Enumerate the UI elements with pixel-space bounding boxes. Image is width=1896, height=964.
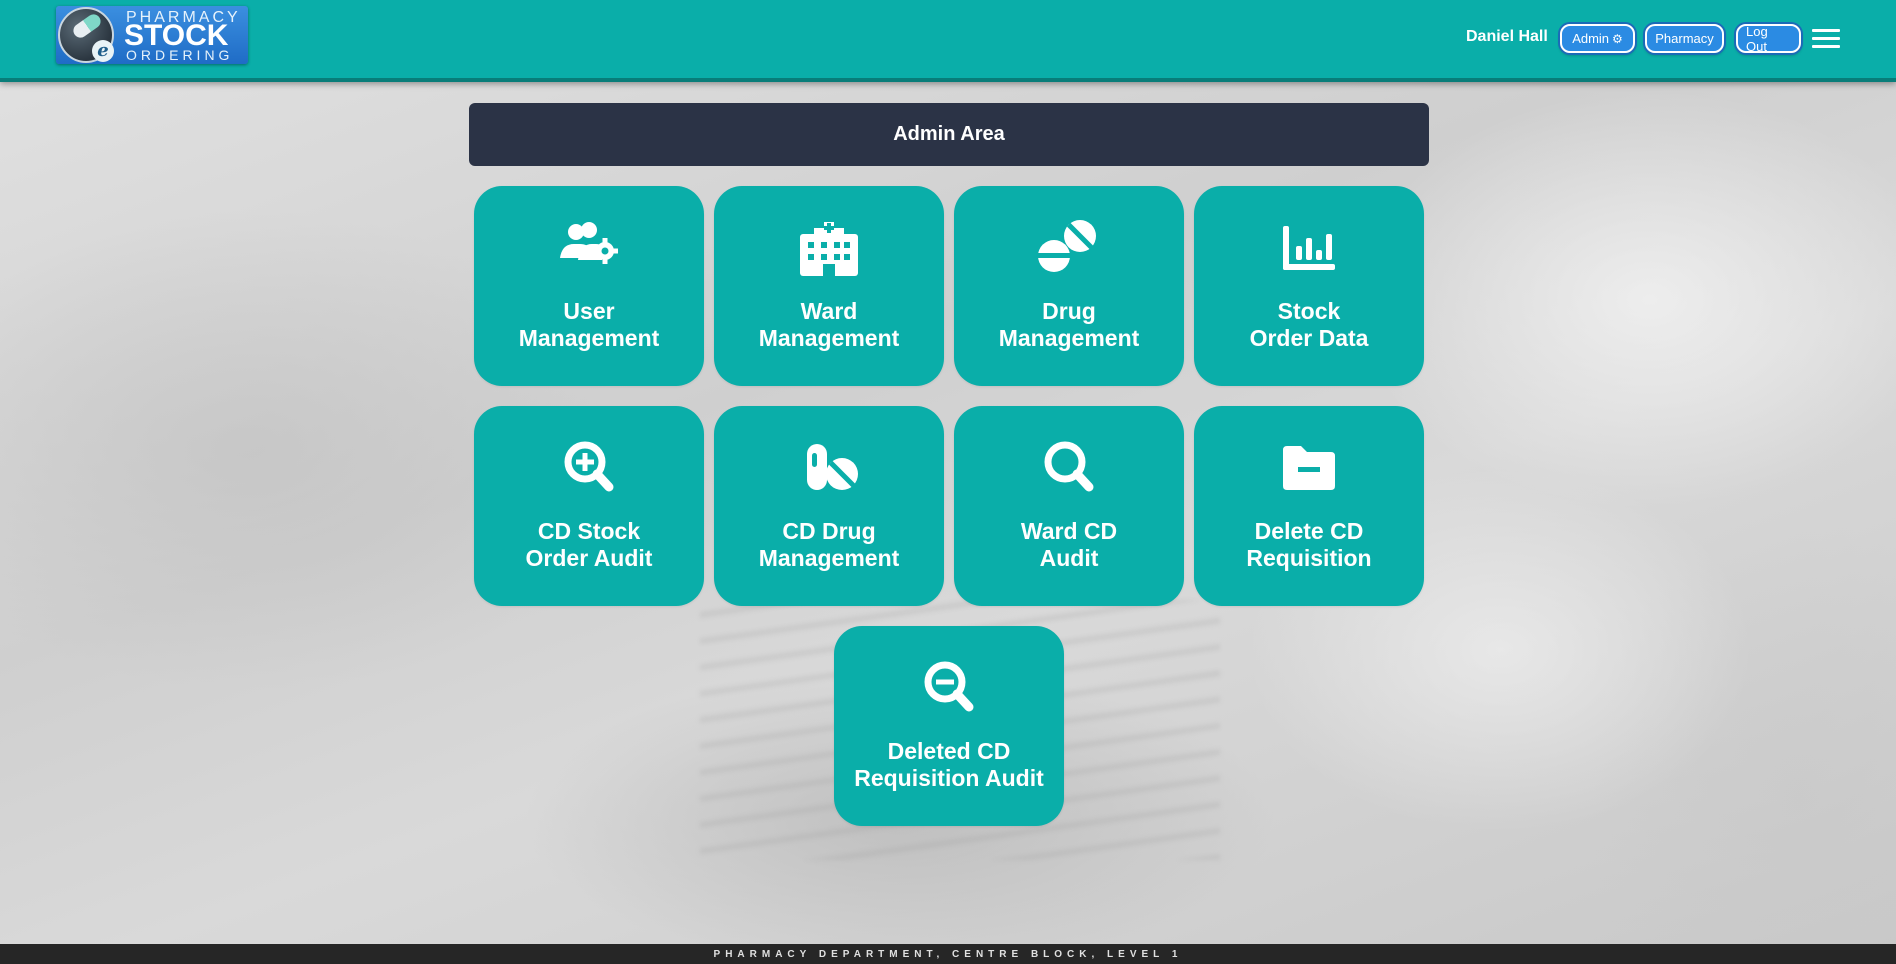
app-logo[interactable]: e PHARMACY STOCK ORDERING xyxy=(56,6,248,64)
pill-icon xyxy=(70,11,104,41)
tile-label: Deleted CD Requisition Audit xyxy=(854,738,1044,791)
logout-button[interactable]: Log Out xyxy=(1736,24,1801,54)
search-plus-icon xyxy=(564,441,614,492)
hamburger-menu-icon[interactable] xyxy=(1812,29,1840,49)
pharmacy-button[interactable]: Pharmacy xyxy=(1645,24,1724,53)
admin-button[interactable]: Admin ⚙ xyxy=(1560,24,1635,53)
page-title: Admin Area xyxy=(469,103,1429,166)
tile-delete-cd-requisition[interactable]: Delete CD Requisition xyxy=(1194,406,1424,606)
admin-button-label: Admin xyxy=(1572,31,1610,46)
tile-cd-stock-order-audit[interactable]: CD Stock Order Audit xyxy=(474,406,704,606)
tile-cd-drug-management[interactable]: CD Drug Management xyxy=(714,406,944,606)
search-minus-icon xyxy=(924,661,974,712)
tablets-icon xyxy=(1037,220,1096,272)
tile-label: Ward Management xyxy=(758,298,900,351)
logo-text-ordering: ORDERING xyxy=(126,47,234,63)
tile-drug-management[interactable]: Drug Management xyxy=(954,186,1184,386)
tile-label: Ward CD Audit xyxy=(1020,518,1118,571)
pills-icon xyxy=(807,444,858,490)
logo-e-badge: e xyxy=(92,40,114,62)
footer-address: PHARMACY DEPARTMENT, CENTRE BLOCK, LEVEL… xyxy=(0,944,1896,964)
folder-minus-icon xyxy=(1283,446,1335,490)
tile-user-management[interactable]: User Management xyxy=(474,186,704,386)
bar-chart-icon xyxy=(1283,226,1335,270)
tile-label: Drug Management xyxy=(998,298,1140,351)
gear-icon: ⚙ xyxy=(1612,31,1623,46)
tile-label: User Management xyxy=(518,298,660,351)
tile-ward-cd-audit[interactable]: Ward CD Audit xyxy=(954,406,1184,606)
tile-label: CD Stock Order Audit xyxy=(525,518,653,571)
tile-ward-management[interactable]: Ward Management xyxy=(714,186,944,386)
user-name: Daniel Hall xyxy=(1466,28,1548,45)
search-icon xyxy=(1044,441,1094,492)
tile-label: Stock Order Data xyxy=(1249,298,1369,351)
hospital-icon xyxy=(800,222,858,276)
tile-label: CD Drug Management xyxy=(758,518,900,571)
top-navbar: e PHARMACY STOCK ORDERING Daniel Hall Ad… xyxy=(0,0,1896,82)
tile-label: Delete CD Requisition xyxy=(1246,518,1372,571)
tile-stock-order-data[interactable]: Stock Order Data xyxy=(1194,186,1424,386)
users-cog-icon xyxy=(560,222,618,264)
tile-deleted-cd-requisition-audit[interactable]: Deleted CD Requisition Audit xyxy=(834,626,1064,826)
